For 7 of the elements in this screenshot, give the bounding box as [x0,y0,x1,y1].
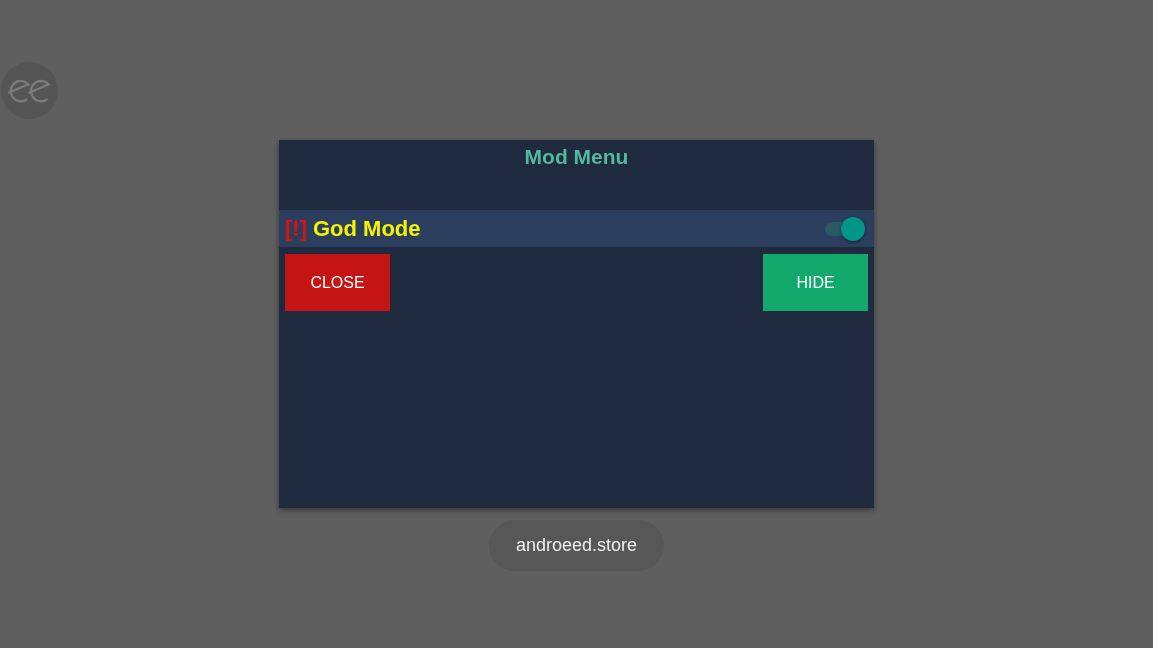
close-button[interactable]: CLOSE [285,254,390,311]
menu-title: Mod Menu [524,144,629,170]
feature-label: God Mode [313,215,421,242]
toast-message: androeed.store [489,520,664,571]
warning-tag: [!] [285,215,307,242]
toggle-switch[interactable] [823,215,865,242]
hide-button[interactable]: HIDE [763,254,868,311]
